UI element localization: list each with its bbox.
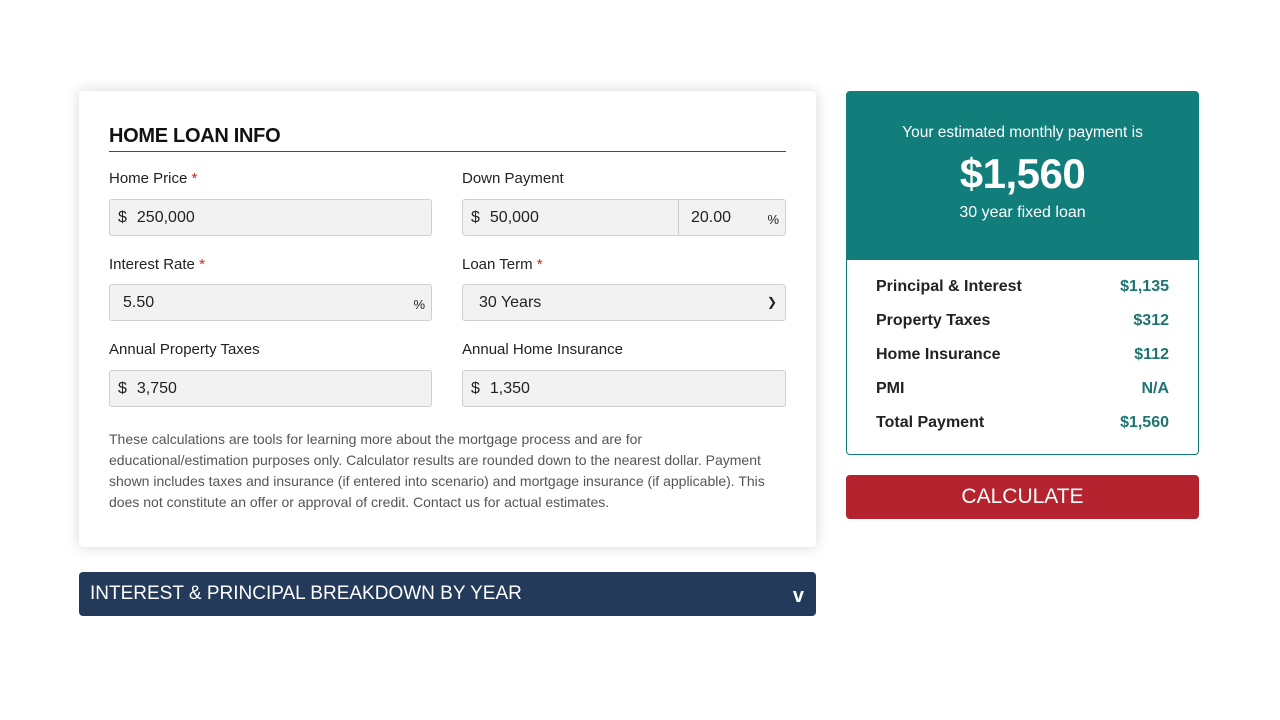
loan-type: 30 year fixed loan [959, 204, 1086, 221]
label-text: Home Price [109, 170, 188, 187]
accordion-title: INTEREST & PRINCIPAL BREAKDOWN BY YEAR [90, 583, 522, 604]
interest-rate-input[interactable]: 5.50% [109, 284, 432, 321]
row-label: Total Payment [876, 414, 985, 431]
down-payment-input[interactable]: $50,000 [462, 199, 679, 236]
home-loan-info-card: HOME LOAN INFO Home Price * $250,000 Dow… [79, 91, 816, 547]
label-text: Loan Term [462, 256, 533, 273]
row-value: $312 [1133, 312, 1169, 329]
interest-rate-label: Interest Rate * [109, 256, 205, 273]
result-header: Your estimated monthly payment is $1,560… [846, 91, 1199, 260]
row-value: $1,135 [1120, 278, 1169, 295]
row-label: Property Taxes [876, 312, 991, 329]
breakdown-row: Home Insurance $112 [876, 346, 1169, 380]
row-label: PMI [876, 380, 905, 397]
required-marker: * [536, 256, 543, 273]
home-price-input[interactable]: $250,000 [109, 199, 432, 236]
row-value: N/A [1141, 380, 1169, 397]
label-text: Interest Rate [109, 256, 195, 273]
down-payment-percent-value: 20.00 [691, 208, 732, 226]
disclaimer: These calculations are tools for learnin… [109, 431, 765, 510]
currency-symbol: $ [118, 208, 127, 226]
section-title: HOME LOAN INFO [109, 125, 281, 147]
loan-term-select[interactable]: 30 Years ❯ [462, 284, 786, 321]
row-label: Home Insurance [876, 346, 1001, 363]
breakdown-row: Total Payment $1,560 [876, 414, 1169, 448]
title-divider [109, 151, 786, 152]
home-insurance-label: Annual Home Insurance [462, 341, 623, 358]
calculate-button[interactable]: CALCULATE [846, 475, 1199, 519]
row-value: $1,560 [1120, 414, 1169, 431]
down-payment-value: 50,000 [489, 208, 539, 226]
percent-sign: % [413, 297, 425, 312]
chevron-down-icon[interactable]: v [793, 574, 804, 618]
row-label: Principal & Interest [876, 278, 1022, 295]
breakdown-row: Principal & Interest $1,135 [876, 278, 1169, 312]
breakdown-row: Property Taxes $312 [876, 312, 1169, 346]
home-insurance-value: 1,350 [489, 379, 530, 397]
payment-breakdown: Principal & Interest $1,135 Property Taxe… [846, 260, 1199, 455]
currency-symbol: $ [471, 208, 480, 226]
result-intro: Your estimated monthly payment is [902, 124, 1143, 141]
monthly-payment-amount: $1,560 [959, 150, 1086, 197]
down-payment-label: Down Payment [462, 170, 564, 187]
percent-sign: % [767, 212, 779, 227]
property-taxes-value: 3,750 [136, 379, 177, 397]
home-price-value: 250,000 [136, 208, 195, 226]
result-panel: Your estimated monthly payment is $1,560… [846, 91, 1199, 455]
loan-term-value: 30 Years [479, 293, 542, 311]
interest-rate-value: 5.50 [123, 293, 155, 311]
home-price-label: Home Price * [109, 170, 197, 187]
required-marker: * [199, 256, 205, 273]
loan-term-label: Loan Term * [462, 256, 543, 273]
breakdown-accordion[interactable]: INTEREST & PRINCIPAL BREAKDOWN BY YEAR v [79, 572, 816, 616]
property-taxes-label: Annual Property Taxes [109, 341, 260, 358]
currency-symbol: $ [118, 379, 127, 397]
chevron-down-icon: ❯ [766, 295, 777, 309]
currency-symbol: $ [471, 379, 480, 397]
down-payment-percent-input[interactable]: 20.00% [678, 199, 786, 236]
home-insurance-input[interactable]: $1,350 [462, 370, 786, 407]
breakdown-row: PMI N/A [876, 380, 1169, 414]
required-marker: * [191, 170, 198, 187]
row-value: $112 [1134, 346, 1169, 363]
property-taxes-input[interactable]: $3,750 [109, 370, 432, 407]
